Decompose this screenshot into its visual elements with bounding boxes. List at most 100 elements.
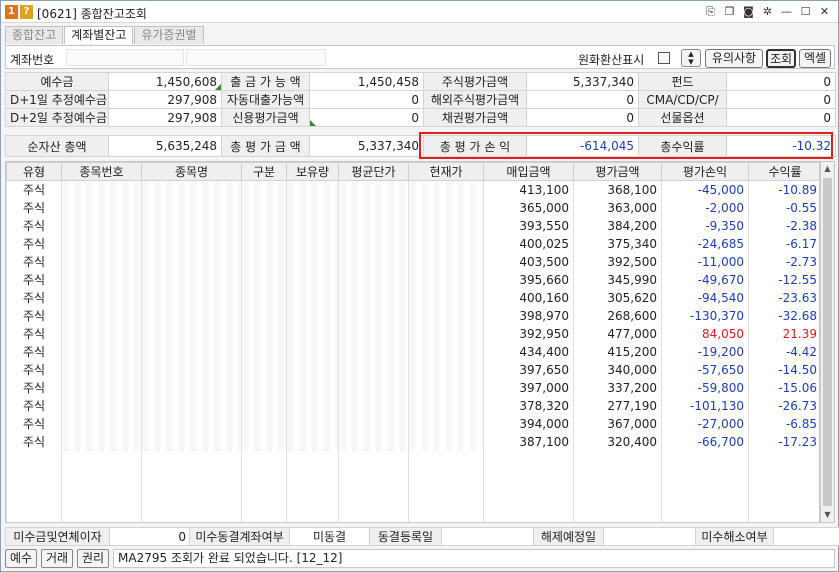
table-row[interactable]: 주식 400,160 305,620 -94,540 -23.63 bbox=[6, 288, 819, 307]
table-row[interactable]: 주식 387,100 320,400 -66,700 -17.23 bbox=[6, 432, 819, 451]
cell-quantity bbox=[286, 396, 339, 415]
cell-curprice bbox=[408, 378, 484, 397]
detail-marker-icon[interactable] bbox=[310, 120, 316, 126]
col-quantity-header[interactable]: 보유량 bbox=[286, 162, 339, 181]
futures-value: 0 bbox=[726, 108, 836, 127]
cell-curprice bbox=[408, 288, 484, 307]
cell-code bbox=[61, 486, 142, 505]
gear-icon[interactable]: ✲ bbox=[760, 4, 775, 19]
col-pl-header[interactable]: 평가손익 bbox=[661, 162, 749, 181]
screen-number-badge[interactable]: 1 bbox=[5, 5, 18, 19]
holdings-grid[interactable]: 유형 종목번호 종목명 구분 보유량 평균단가 현재가 매입금액 평가금액 평가… bbox=[5, 161, 820, 523]
cell-category bbox=[241, 468, 287, 487]
col-curprice-header[interactable]: 현재가 bbox=[408, 162, 484, 181]
col-type-header[interactable]: 유형 bbox=[6, 162, 62, 181]
fx-display-checkbox[interactable] bbox=[658, 52, 670, 64]
cell-category bbox=[241, 324, 287, 343]
withdrawable-value: 1,450,458 bbox=[309, 72, 424, 91]
cell-buyamount: 400,025 bbox=[483, 234, 574, 253]
cell-quantity bbox=[286, 180, 339, 199]
tab-securities[interactable]: 유가증권별 bbox=[134, 26, 204, 44]
col-return-header[interactable]: 수익률 bbox=[748, 162, 819, 181]
camera-icon[interactable]: ◙ bbox=[741, 4, 756, 19]
cell-avgprice bbox=[338, 288, 409, 307]
table-row[interactable] bbox=[6, 450, 819, 469]
scroll-up-icon[interactable]: ▲ bbox=[821, 162, 834, 176]
cell-pl: -66,700 bbox=[661, 432, 749, 451]
table-row[interactable]: 주식 434,400 415,200 -19,200 -4.42 bbox=[6, 342, 819, 361]
trade-button[interactable]: 거래 bbox=[41, 549, 73, 568]
cell-pl bbox=[661, 450, 749, 469]
cell-avgprice bbox=[338, 306, 409, 325]
title-icons: ⎘ ❐ ◙ ✲ — ☐ ✕ bbox=[703, 4, 832, 19]
table-row[interactable]: 주식 400,025 375,340 -24,685 -6.17 bbox=[6, 234, 819, 253]
net-asset-value: 5,635,248 bbox=[108, 135, 222, 157]
link-icon[interactable]: ⎘ bbox=[703, 4, 718, 19]
cell-buyamount: 400,160 bbox=[483, 288, 574, 307]
cell-curprice bbox=[408, 324, 484, 343]
cell-category bbox=[241, 450, 287, 469]
cell-buyamount: 378,320 bbox=[483, 396, 574, 415]
fx-display-label: 원화환산표시 bbox=[578, 53, 645, 67]
maximize-icon[interactable]: ☐ bbox=[798, 4, 813, 19]
cell-evalamount: 345,990 bbox=[573, 270, 662, 289]
cell-code bbox=[61, 468, 142, 487]
cell-return: -26.73 bbox=[748, 396, 819, 415]
cell-quantity bbox=[286, 504, 339, 522]
tab-account-balance[interactable]: 계좌별잔고 bbox=[64, 26, 134, 44]
excel-button[interactable]: 엑셀 bbox=[799, 49, 831, 68]
table-row[interactable]: 주식 378,320 277,190 -101,130 -26.73 bbox=[6, 396, 819, 415]
query-button[interactable]: 조회 bbox=[766, 49, 796, 68]
deposit-button[interactable]: 예수 bbox=[5, 549, 37, 568]
cell-evalamount: 367,000 bbox=[573, 414, 662, 433]
cell-category bbox=[241, 486, 287, 505]
col-code-header[interactable]: 종목번호 bbox=[61, 162, 142, 181]
col-buyamount-header[interactable]: 매입금액 bbox=[483, 162, 574, 181]
cell-category bbox=[241, 252, 287, 271]
table-row[interactable]: 주식 397,650 340,000 -57,650 -14.50 bbox=[6, 360, 819, 379]
table-row[interactable]: 주식 398,970 268,600 -130,370 -32.68 bbox=[6, 306, 819, 325]
vertical-scrollbar[interactable]: ▲ ▼ bbox=[820, 161, 835, 523]
tab-total-balance[interactable]: 종합잔고 bbox=[5, 26, 64, 44]
cell-quantity bbox=[286, 486, 339, 505]
cell-quantity bbox=[286, 360, 339, 379]
scroll-down-icon[interactable]: ▼ bbox=[821, 508, 834, 522]
copy-icon[interactable]: ❐ bbox=[722, 4, 737, 19]
summary-row: 예수금 1,450,608 출 금 가 능 액 1,450,458 주식평가금액… bbox=[5, 72, 836, 91]
table-row[interactable]: 주식 392,950 477,000 84,050 21.39 bbox=[6, 324, 819, 343]
table-row[interactable] bbox=[6, 468, 819, 487]
account-number-field[interactable] bbox=[66, 49, 184, 66]
notice-button[interactable]: 유의사항 bbox=[705, 49, 763, 68]
rights-button[interactable]: 권리 bbox=[77, 549, 109, 568]
close-icon[interactable]: ✕ bbox=[817, 4, 832, 19]
col-avgprice-header[interactable]: 평균단가 bbox=[338, 162, 409, 181]
table-row[interactable]: 주식 365,000 363,000 -2,000 -0.55 bbox=[6, 198, 819, 217]
spin-updown-icon[interactable]: ▲ ▼ bbox=[681, 49, 701, 67]
table-row[interactable]: 주식 395,660 345,990 -49,670 -12.55 bbox=[6, 270, 819, 289]
cell-pl: -59,800 bbox=[661, 378, 749, 397]
table-row[interactable]: 주식 413,100 368,100 -45,000 -10.89 bbox=[6, 180, 819, 199]
cell-avgprice bbox=[338, 342, 409, 361]
total-eval-value: 5,337,340 bbox=[309, 135, 424, 157]
col-name-header[interactable]: 종목명 bbox=[141, 162, 242, 181]
tab-strip: 종합잔고 계좌별잔고 유가증권별 bbox=[5, 26, 205, 44]
table-row[interactable]: 주식 403,500 392,500 -11,000 -2.73 bbox=[6, 252, 819, 271]
table-row[interactable] bbox=[6, 504, 819, 522]
detail-marker-icon[interactable] bbox=[215, 84, 221, 90]
table-row[interactable]: 주식 394,000 367,000 -27,000 -6.85 bbox=[6, 414, 819, 433]
cell-pl: -49,670 bbox=[661, 270, 749, 289]
cell-return: -6.17 bbox=[748, 234, 819, 253]
cell-name bbox=[141, 486, 242, 505]
release-date-label: 해제예정일 bbox=[533, 527, 604, 546]
col-evalamount-header[interactable]: 평가금액 bbox=[573, 162, 662, 181]
cell-quantity bbox=[286, 414, 339, 433]
cell-type bbox=[6, 486, 62, 505]
help-badge[interactable]: ? bbox=[20, 5, 33, 19]
minimize-icon[interactable]: — bbox=[779, 4, 794, 19]
table-row[interactable] bbox=[6, 486, 819, 505]
col-category-header[interactable]: 구분 bbox=[241, 162, 287, 181]
table-row[interactable]: 주식 397,000 337,200 -59,800 -15.06 bbox=[6, 378, 819, 397]
scroll-thumb[interactable] bbox=[823, 178, 832, 506]
cell-name bbox=[141, 396, 242, 415]
table-row[interactable]: 주식 393,550 384,200 -9,350 -2.38 bbox=[6, 216, 819, 235]
